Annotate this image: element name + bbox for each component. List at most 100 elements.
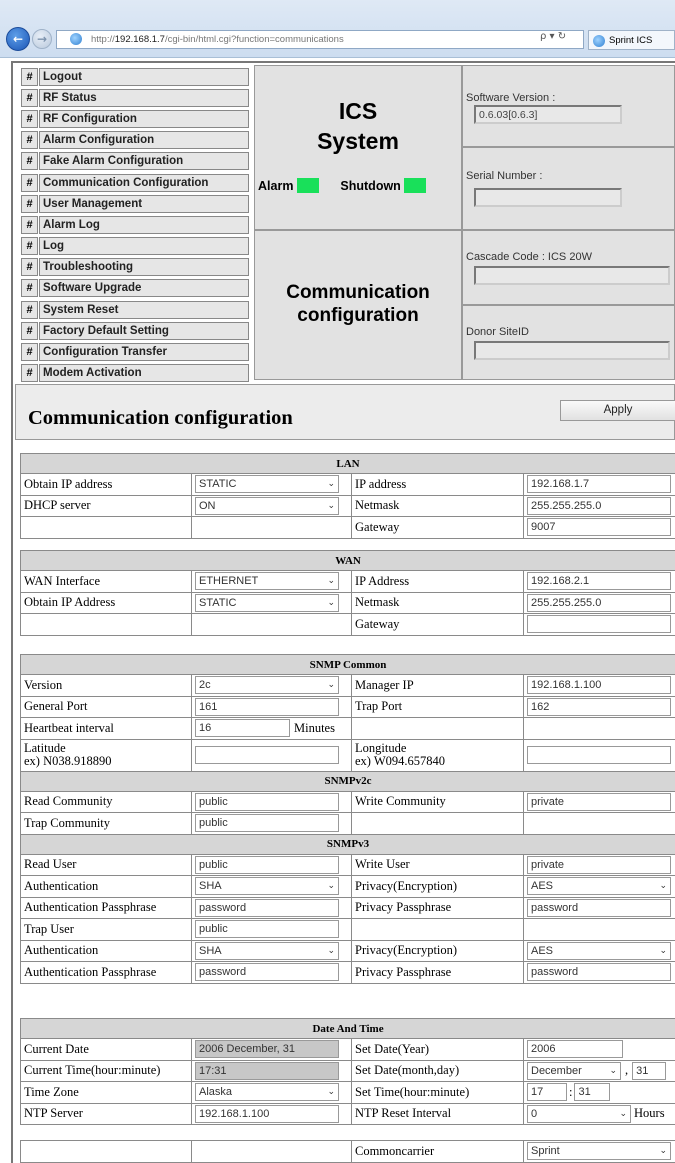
write-community-input[interactable]: private [527, 792, 671, 811]
sidebar-item-label: Alarm Configuration [39, 131, 249, 150]
back-arrow-icon[interactable]: ← [6, 27, 30, 51]
address-bar[interactable]: http://192.168.1.7/cgi-bin/html.cgi?func… [56, 30, 584, 49]
search-refresh-icon[interactable]: ρ ▾ ↻ [540, 31, 566, 42]
trap-privacy-select[interactable]: AES ⌄ [527, 941, 671, 960]
sidebar-item-label: Software Upgrade [39, 279, 249, 298]
wan-gateway-input[interactable] [527, 615, 671, 634]
sidebar-item-troubleshooting[interactable]: # Troubleshooting [21, 257, 249, 278]
system-panel: ICS System Alarm Shutdown [254, 65, 462, 230]
dhcp-select[interactable]: ON ⌄ [195, 496, 339, 515]
privacy-pass-input[interactable]: password [527, 898, 671, 917]
sidebar-item-rf-configuration[interactable]: # RF Configuration [21, 108, 249, 129]
trap-privacy-label: Privacy(Encryption) [351, 939, 524, 962]
menu-hash-marker: # [21, 88, 38, 107]
carrier-select[interactable]: Sprint ⌄ [527, 1142, 671, 1161]
write-user-input[interactable]: private [527, 855, 671, 874]
wan-ip-input[interactable]: 192.168.2.1 [527, 572, 671, 591]
sidebar-item-fake-alarm-configuration[interactable]: # Fake Alarm Configuration [21, 151, 249, 172]
set-minute-input[interactable]: 31 [574, 1083, 611, 1102]
manager-ip-input[interactable]: 192.168.1.100 [527, 676, 671, 695]
set-hour-input[interactable]: 17 [527, 1083, 567, 1102]
auth-select[interactable]: SHA ⌄ [195, 877, 339, 896]
latitude-label-cell: Latitude ex) N038.918890 [20, 738, 192, 772]
sidebar-item-rf-status[interactable]: # RF Status [21, 87, 249, 108]
sidebar-item-label: Configuration Transfer [39, 343, 249, 362]
sidebar-item-alarm-log[interactable]: # Alarm Log [21, 214, 249, 235]
sidebar-item-communication-configuration[interactable]: # Communication Configuration [21, 172, 249, 193]
sidebar-item-label: Troubleshooting [39, 258, 249, 277]
ntp-reset-select[interactable]: 0 ⌄ [527, 1104, 631, 1123]
tab-sprint-ics[interactable]: Sprint ICS [588, 30, 675, 50]
wan-obtain-ip-select[interactable]: STATIC ⌄ [195, 593, 339, 612]
menu-hash-marker: # [21, 67, 38, 86]
trap-user-input[interactable]: public [195, 920, 339, 939]
timezone-label: Time Zone [20, 1081, 192, 1104]
menu-hash-marker: # [21, 109, 38, 128]
sidebar-item-system-reset[interactable]: # System Reset [21, 299, 249, 320]
address-host: 192.168.1.7 [114, 34, 165, 45]
carrier-table: Commoncarrier Sprint ⌄ [20, 1140, 675, 1163]
set-month-select[interactable]: December ⌄ [527, 1061, 621, 1080]
sidebar-item-software-upgrade[interactable]: # Software Upgrade [21, 278, 249, 299]
set-year-input[interactable]: 2006 [527, 1040, 623, 1059]
obtain-ip-select[interactable]: STATIC ⌄ [195, 475, 339, 494]
timezone-select[interactable]: Alaska ⌄ [195, 1083, 339, 1102]
set-day-input[interactable]: 31 [632, 1061, 667, 1080]
chevron-down-icon: ⌄ [327, 945, 335, 956]
sidebar-item-label: RF Status [39, 88, 249, 107]
lan-table: LAN Obtain IP address STATIC ⌄ IP address… [19, 453, 675, 539]
wan-interface-select[interactable]: ETHERNET ⌄ [195, 572, 339, 591]
heartbeat-label: Heartbeat interval [20, 717, 192, 740]
lan-ip-input[interactable]: 192.168.1.7 [527, 475, 671, 494]
month-day-separator: , [625, 1063, 629, 1078]
sidebar-item-factory-default-setting[interactable]: # Factory Default Setting [21, 320, 249, 341]
lan-gateway-input[interactable]: 9007 [527, 518, 671, 537]
wan-netmask-label: Netmask [351, 591, 524, 614]
sidebar-item-logout[interactable]: # Logout [21, 66, 249, 87]
read-user-label: Read User [20, 853, 192, 876]
cascade-code-panel: Cascade Code : ICS 20W [462, 230, 675, 305]
cascade-code-field [474, 266, 670, 285]
lan-netmask-input[interactable]: 255.255.255.0 [527, 496, 671, 515]
sidebar-item-label: User Management [39, 194, 249, 213]
manager-ip-label: Manager IP [351, 674, 524, 697]
trap-port-input[interactable]: 162 [527, 697, 671, 716]
read-community-label: Read Community [20, 790, 192, 813]
serial-number-field [474, 188, 622, 207]
version-select[interactable]: 2c ⌄ [195, 676, 339, 695]
config-title: Communication configuration [28, 407, 293, 429]
trap-auth-pass-input[interactable]: password [195, 963, 339, 982]
shutdown-led [404, 178, 427, 193]
serial-number-panel: Serial Number : [462, 147, 675, 230]
read-user-input[interactable]: public [195, 855, 339, 874]
sidebar-item-label: Factory Default Setting [39, 321, 249, 340]
heartbeat-input[interactable]: 16 [195, 719, 290, 738]
sidebar-item-alarm-configuration[interactable]: # Alarm Configuration [21, 130, 249, 151]
sidebar-item-user-management[interactable]: # User Management [21, 193, 249, 214]
sidebar-item-configuration-transfer[interactable]: # Configuration Transfer [21, 341, 249, 362]
set-month-day-label: Set Date(month,day) [351, 1059, 524, 1082]
longitude-input[interactable] [527, 746, 671, 764]
privacy-select[interactable]: AES ⌄ [527, 877, 671, 896]
status-row: Alarm Shutdown [255, 178, 461, 193]
trap-privacy-pass-label: Privacy Passphrase [351, 961, 524, 984]
wan-netmask-input[interactable]: 255.255.255.0 [527, 593, 671, 612]
general-port-input[interactable]: 161 [195, 697, 339, 716]
sidebar-item-log[interactable]: # Log [21, 236, 249, 257]
menu-hash-marker: # [21, 300, 38, 319]
apply-button[interactable]: Apply [560, 400, 675, 421]
trap-community-input[interactable]: public [195, 814, 339, 833]
sidebar-item-modem-activation[interactable]: # Modem Activation [21, 363, 249, 384]
heartbeat-unit: Minutes [294, 720, 335, 735]
menu-hash-marker: # [21, 237, 38, 256]
forward-arrow-icon[interactable]: → [32, 29, 52, 49]
trap-auth-select[interactable]: SHA ⌄ [195, 941, 339, 960]
latitude-input[interactable] [195, 746, 339, 764]
menu-hash-marker: # [21, 215, 38, 234]
trap-privacy-pass-input[interactable]: password [527, 963, 671, 982]
menu-hash-marker: # [21, 279, 38, 298]
auth-pass-input[interactable]: password [195, 898, 339, 917]
wan-gateway-label: Gateway [351, 613, 524, 636]
ntp-server-input[interactable]: 192.168.1.100 [195, 1104, 339, 1123]
read-community-input[interactable]: public [195, 792, 339, 811]
